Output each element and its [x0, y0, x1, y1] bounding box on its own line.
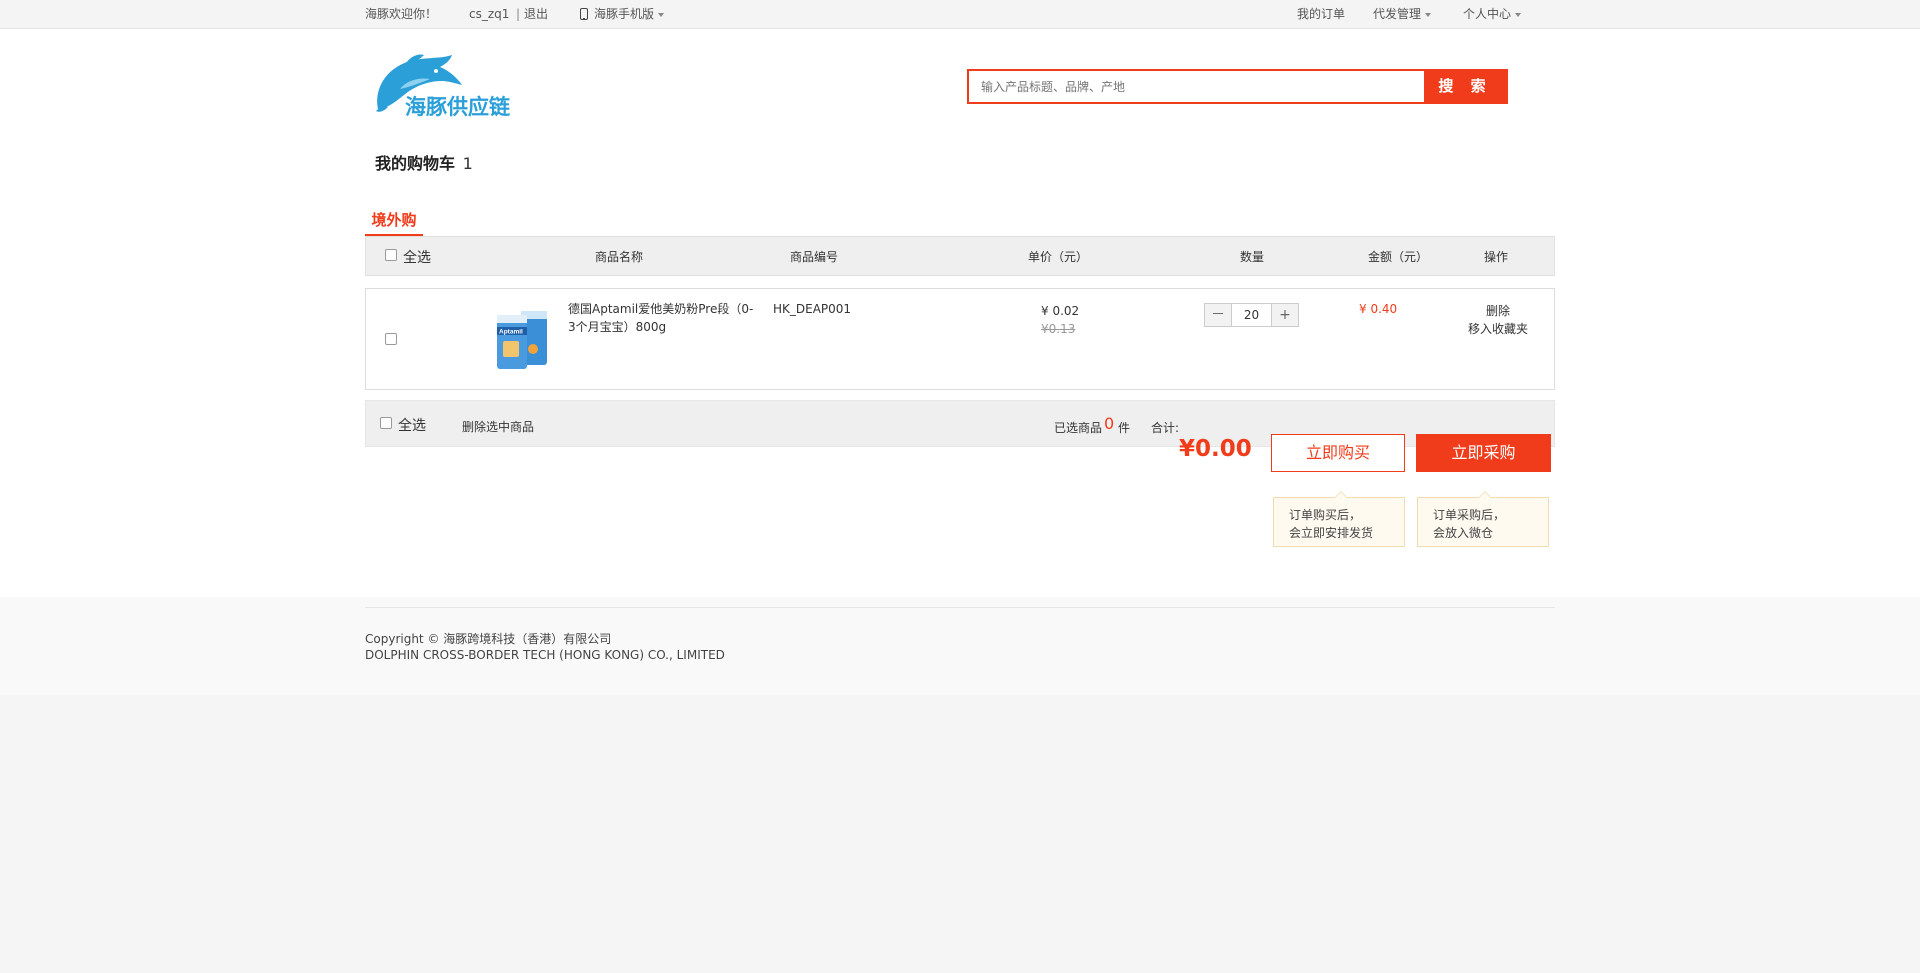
phone-icon	[580, 8, 588, 20]
tooltip-line: 会立即安排发货	[1289, 526, 1374, 540]
column-unit-price: 单价（元）	[1028, 250, 1089, 264]
personal-center-label: 个人中心	[1463, 7, 1512, 21]
item-checkbox[interactable]	[385, 333, 397, 345]
select-all-label: 全选	[403, 250, 431, 266]
mobile-version-menu[interactable]: 海豚手机版	[580, 7, 665, 21]
dropship-label: 代发管理	[1373, 7, 1422, 21]
page-title: 我的购物车 1	[375, 150, 473, 174]
tooltip-line: 会放入微仓	[1433, 526, 1494, 540]
quantity-stepper: － 20 +	[1204, 303, 1299, 327]
top-bar: 海豚欢迎你！ cs_zq1 | 退出 海豚手机版 我的订单 代发管理 个人中心	[0, 0, 1920, 29]
delete-selected-link[interactable]: 删除选中商品	[462, 418, 534, 435]
purchase-now-button[interactable]: 立即采购	[1416, 434, 1551, 472]
delete-link[interactable]: 删除	[1465, 302, 1531, 320]
product-name[interactable]: 德国Aptamil爱他美奶粉Pre段（0- 3个月宝宝）800g	[568, 300, 753, 336]
search-box: 搜 索	[967, 69, 1508, 104]
selected-count: 0	[1104, 414, 1115, 433]
cart-count: 1	[462, 154, 473, 173]
footer-divider	[365, 607, 1555, 608]
purchase-now-tooltip: 订单采购后， 会放入微仓	[1417, 491, 1549, 547]
brand-name: 海豚供应链	[405, 95, 510, 119]
chevron-down-icon	[1515, 12, 1522, 17]
unit-price: ¥ 0.02	[1041, 304, 1080, 318]
footer: Copyright © 海豚跨境科技（香港）有限公司 DOLPHIN CROSS…	[0, 597, 1920, 695]
product-name-line2: 3个月宝宝）800g	[568, 320, 667, 334]
product-image-label: Aptamil	[499, 329, 523, 336]
separator: |	[516, 7, 521, 21]
product-name-line1: 德国Aptamil爱他美奶粉Pre段（0-	[568, 302, 754, 316]
unit-price-cell: ¥ 0.02 ¥0.13	[1041, 302, 1079, 338]
username-link[interactable]: cs_zq1	[469, 7, 509, 21]
buy-now-tooltip: 订单购买后， 会立即安排发货	[1273, 491, 1405, 547]
item-amount: ¥ 0.40	[1359, 302, 1398, 316]
dropship-menu[interactable]: 代发管理	[1373, 7, 1432, 21]
column-quantity: 数量	[1240, 250, 1265, 264]
welcome-text: 海豚欢迎你！	[365, 7, 438, 21]
select-all-label-bottom: 全选	[398, 418, 426, 434]
column-amount: 金额（元）	[1368, 250, 1429, 264]
cart-table-header: 全选 商品名称 商品编号 单价（元） 数量 金额（元） 操作	[365, 236, 1555, 276]
search-button[interactable]: 搜 索	[1424, 71, 1506, 102]
selected-items-label: 已选商品	[1054, 421, 1103, 435]
column-name: 商品名称	[595, 250, 644, 264]
tooltip-line: 订单采购后，	[1433, 508, 1506, 522]
product-code: HK_DEAP001	[773, 302, 852, 316]
total-label: 合计:	[1151, 421, 1180, 435]
move-to-favorites-link[interactable]: 移入收藏夹	[1465, 320, 1531, 338]
select-all-checkbox-bottom[interactable]	[380, 417, 392, 429]
tooltip-line: 订单购买后，	[1289, 508, 1362, 522]
copyright-text: Copyright © 海豚跨境科技（香港）有限公司	[365, 632, 612, 646]
chevron-down-icon	[658, 12, 665, 17]
column-action: 操作	[1484, 250, 1509, 264]
original-price: ¥0.13	[1041, 322, 1076, 336]
row-actions: 删除 移入收藏夹	[1465, 302, 1531, 338]
company-english-name: DOLPHIN CROSS-BORDER TECH (HONG KONG) CO…	[365, 648, 725, 662]
search-input[interactable]	[969, 71, 1424, 102]
chevron-down-icon	[1425, 12, 1432, 17]
quantity-increase-button[interactable]: +	[1271, 304, 1298, 326]
total-amount: ¥0.00	[1179, 436, 1252, 462]
selected-unit: 件	[1118, 421, 1131, 435]
product-photo: Aptamil	[497, 311, 547, 369]
quantity-input[interactable]: 20	[1232, 304, 1271, 326]
select-all-checkbox[interactable]	[385, 249, 397, 261]
personal-center-menu[interactable]: 个人中心	[1463, 7, 1522, 21]
buy-now-button[interactable]: 立即购买	[1271, 434, 1405, 472]
quantity-decrease-button[interactable]: －	[1205, 304, 1232, 326]
logo[interactable]: 海豚供应链	[370, 51, 530, 123]
tab-overseas[interactable]: 境外购	[365, 207, 423, 236]
mobile-version-label: 海豚手机版	[594, 7, 655, 21]
column-code: 商品编号	[790, 250, 839, 264]
my-orders-link[interactable]: 我的订单	[1297, 7, 1345, 21]
table-row: Aptamil 德国Aptamil爱他美奶粉Pre段（0- 3个月宝宝）800g…	[365, 288, 1555, 390]
product-image[interactable]: Aptamil	[493, 305, 551, 371]
logout-link[interactable]: 退出	[524, 7, 548, 21]
cart-title-label: 我的购物车	[375, 154, 456, 173]
